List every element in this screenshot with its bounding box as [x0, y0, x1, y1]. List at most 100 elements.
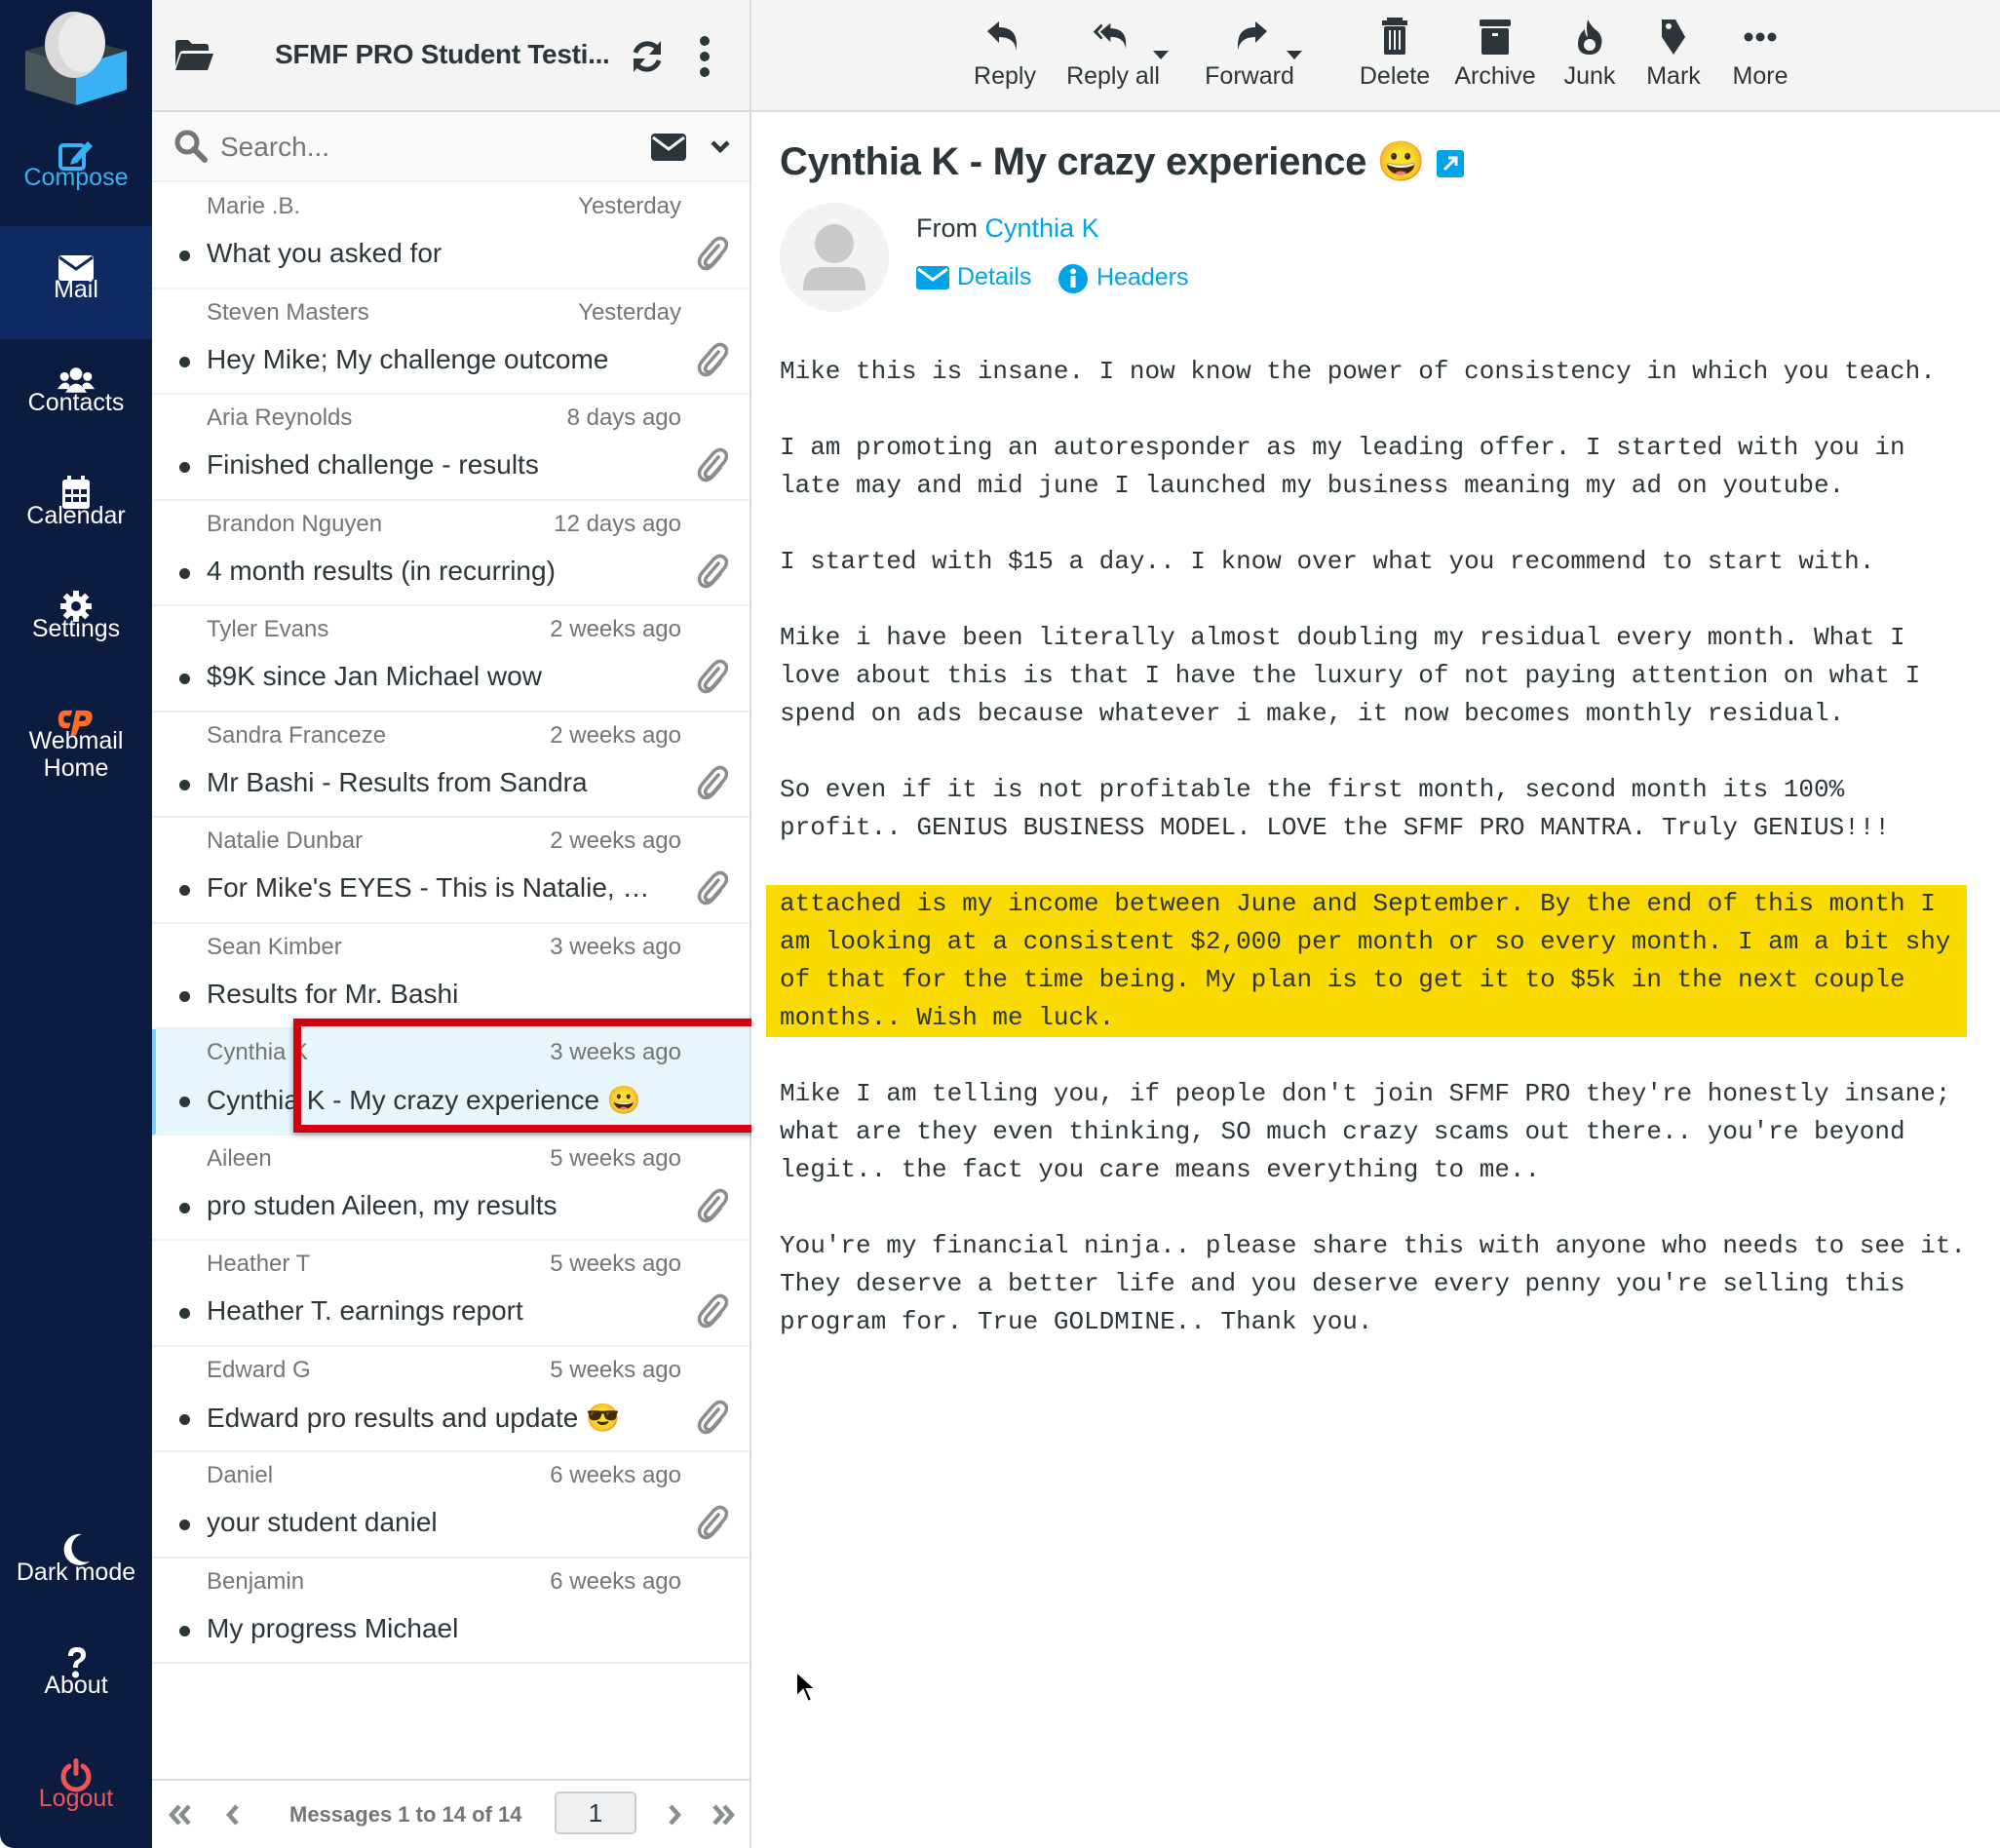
first-page-icon[interactable] [166, 1800, 195, 1829]
moon-icon [0, 1509, 152, 1565]
more-vertical-icon[interactable] [698, 35, 712, 78]
archive-icon [1442, 18, 1549, 58]
message-list-item[interactable]: Tyler Evans 2 weeks ago $9K since Jan Mich… [152, 606, 750, 712]
last-page-icon[interactable] [709, 1800, 738, 1829]
search-input[interactable] [220, 126, 591, 169]
message-subject-preview: Cynthia K - My crazy experience 😀 [207, 1085, 641, 1115]
message-subject-preview: Hey Mike; My challenge outcome [207, 343, 609, 374]
message-sender: Benjamin [207, 1567, 305, 1595]
search-bar [152, 112, 750, 182]
message-sender: Natalie Dunbar [207, 828, 364, 854]
sidebar-item-webmail-home[interactable]: Webmail Home [0, 678, 152, 815]
mail-icon [0, 226, 152, 281]
unread-bullet-icon [179, 567, 190, 579]
headers-link[interactable]: Headers [1058, 263, 1189, 294]
message-date: Yesterday [578, 298, 681, 326]
message-list-item[interactable]: Steven Masters Yesterday Hey Mike; My chal… [152, 289, 750, 395]
message-list-item[interactable]: Brandon Nguyen 12 days ago 4 month results… [152, 501, 750, 606]
from-label: From [916, 213, 978, 243]
message-list-item[interactable]: Aria Reynolds 8 days ago Finished challeng… [152, 395, 750, 501]
sidebar-item-mail[interactable]: Mail [0, 226, 152, 339]
highlighted-paragraph: attached is my income between June and S… [766, 885, 1967, 1037]
sidebar-item-calendar[interactable]: Calendar [0, 452, 152, 565]
refresh-icon[interactable] [628, 37, 667, 76]
person-icon [803, 224, 865, 290]
folder-open-icon[interactable] [173, 39, 214, 72]
unread-bullet-icon [179, 1520, 190, 1530]
sidebar-item-settings[interactable]: Settings [0, 565, 152, 678]
chevron-down-icon[interactable] [710, 137, 731, 157]
details-link[interactable]: Details [916, 263, 1031, 291]
from-line: From Cynthia K [916, 213, 1099, 244]
open-in-new-window-icon[interactable] [1437, 150, 1465, 178]
more-horizontal-icon [1721, 18, 1799, 58]
message-list-item[interactable]: Aileen 5 weeks ago pro studen Aileen, my r… [152, 1136, 750, 1241]
cpanel-icon [0, 678, 152, 736]
next-page-icon[interactable] [660, 1800, 689, 1829]
attachment-icon [695, 447, 729, 482]
message-subject-preview: pro studen Aileen, my results [207, 1189, 558, 1220]
message-list-item[interactable]: Heather T 5 weeks ago Heather T. earnings … [152, 1241, 750, 1347]
more-button[interactable]: More [1721, 18, 1799, 99]
message-sender: Sandra Franceze [207, 721, 387, 749]
power-icon [0, 1735, 152, 1792]
list-pagination: Messages 1 to 14 of 14 [152, 1779, 750, 1848]
message-date: 3 weeks ago [550, 933, 681, 960]
attachment-icon [695, 765, 729, 800]
message-sender: Steven Masters [207, 298, 369, 326]
trash-icon [1346, 18, 1443, 58]
reply-all-dropdown-caret[interactable] [1153, 51, 1169, 59]
message-sender: Cynthia K [207, 1039, 309, 1065]
forward-dropdown-caret[interactable] [1287, 51, 1302, 59]
message-list-item[interactable]: Benjamin 6 weeks ago My progress Michael [152, 1559, 750, 1664]
sender-name-link[interactable]: Cynthia K [985, 213, 1099, 243]
attachment-icon [695, 554, 729, 589]
message-list-item[interactable]: Natalie Dunbar 2 weeks ago For Mike's EYES… [152, 818, 750, 924]
sidebar-item-logout[interactable]: Logout [0, 1735, 152, 1848]
sidebar-label: Calendar [26, 502, 126, 529]
message-list-item[interactable]: Edward G 5 weeks ago Edward pro results an… [152, 1347, 750, 1452]
message-list-item[interactable]: Sean Kimber 3 weeks ago Results for Mr. Ba… [152, 924, 750, 1029]
reply-button[interactable]: Reply [966, 18, 1044, 99]
sidebar-item-contacts[interactable]: Contacts [0, 339, 152, 452]
message-date: 2 weeks ago [550, 828, 681, 854]
details-label: Details [957, 263, 1032, 290]
message-subject-preview: your student daniel [207, 1507, 438, 1537]
sidebar-item-compose[interactable]: Compose [0, 114, 152, 227]
archive-label: Archive [1454, 62, 1536, 90]
mark-button[interactable]: Mark [1635, 18, 1712, 99]
message-date: 3 weeks ago [550, 1039, 681, 1065]
message-list-item[interactable]: Cynthia K 3 weeks ago Cynthia K - My crazy… [152, 1029, 750, 1136]
search-icon[interactable] [173, 129, 209, 164]
subject-text: Cynthia K - My crazy experience 😀 [780, 140, 1426, 183]
envelope-filter-icon[interactable] [651, 134, 686, 161]
message-sender: Edward G [207, 1356, 311, 1383]
body-paragraph: Mike I am telling you, if people don't j… [780, 1079, 1951, 1184]
roundcube-logo[interactable] [21, 8, 131, 109]
question-icon [0, 1622, 152, 1678]
unread-bullet-icon [179, 356, 190, 367]
attachment-icon [695, 1188, 729, 1223]
gear-icon [0, 565, 152, 622]
delete-button[interactable]: Delete [1346, 18, 1443, 99]
message-list-item[interactable]: Sandra Franceze 2 weeks ago Mr Bashi - Res… [152, 712, 750, 818]
sidebar-label: Logout [38, 1785, 114, 1812]
message-sender: Sean Kimber [207, 933, 342, 960]
attachment-icon [695, 1293, 729, 1328]
previous-page-icon[interactable] [218, 1800, 248, 1829]
unread-bullet-icon [179, 885, 190, 896]
forward-label: Forward [1205, 62, 1294, 90]
junk-button[interactable]: Junk [1551, 18, 1629, 99]
message-list-item[interactable]: Daniel 6 weeks ago your student daniel [152, 1452, 750, 1559]
unread-bullet-icon [179, 990, 190, 1002]
message-subject-preview: Results for Mr. Bashi [207, 978, 459, 1009]
archive-button[interactable]: Archive [1442, 18, 1549, 99]
attachment-icon [695, 870, 729, 905]
sidebar-item-about[interactable]: About [0, 1622, 152, 1735]
message-sender: Brandon Nguyen [207, 510, 383, 537]
sidebar-item-dark-mode[interactable]: Dark mode [0, 1509, 152, 1622]
page-number-input[interactable] [555, 1791, 636, 1834]
body-paragraph: Mike i have been literally almost doubli… [780, 623, 1921, 728]
delete-label: Delete [1359, 62, 1431, 90]
message-list-item[interactable]: Marie .B. Yesterday What you asked for [152, 183, 750, 289]
